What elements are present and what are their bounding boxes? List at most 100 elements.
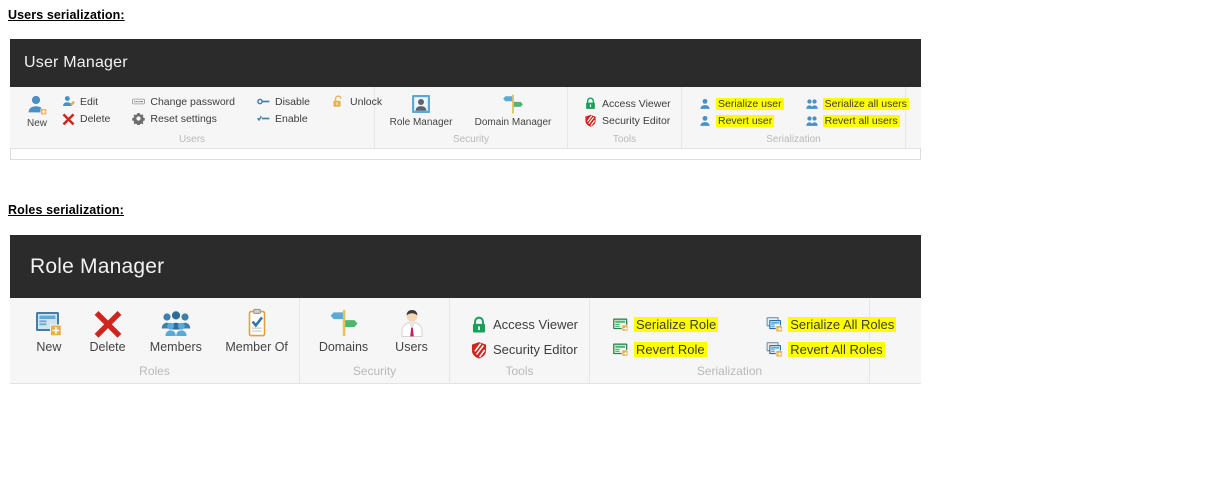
member-of-clipboard-icon bbox=[242, 308, 272, 338]
multi-user-icon bbox=[805, 115, 818, 127]
role-manager-titlebar: Role Manager bbox=[10, 235, 921, 298]
serialization-group-column-1: Serialize user Revert user bbox=[699, 95, 784, 129]
delete-user-button[interactable]: Delete bbox=[62, 110, 110, 127]
role-manager-label: Role Manager bbox=[389, 117, 453, 128]
access-viewer-label: Access Viewer bbox=[602, 97, 671, 110]
role-empty-group-title bbox=[870, 378, 921, 383]
green-lock-icon bbox=[470, 316, 488, 334]
delete-x-icon bbox=[62, 112, 75, 125]
role-ribbon-group-roles: New Delete Members Member Of Roles bbox=[10, 298, 300, 383]
serialize-role-icon bbox=[612, 341, 629, 358]
revert-role-button[interactable]: Revert Role bbox=[612, 337, 718, 362]
user-manager-title: User Manager bbox=[24, 54, 128, 71]
role-ribbon-group-security: Domains Users Security bbox=[300, 298, 450, 383]
ribbon-group-users: New Edit Delete Change password Reset se… bbox=[10, 87, 382, 148]
tools-group-column-1: Access Viewer Security Editor bbox=[584, 95, 671, 129]
revert-all-users-button[interactable]: Revert all users bbox=[805, 112, 909, 129]
role-manager-title: Role Manager bbox=[30, 254, 165, 278]
users-label: Users bbox=[395, 340, 428, 354]
serialization-group-column-2: Serialize all users Revert all users bbox=[805, 95, 909, 129]
user-person-icon bbox=[397, 308, 427, 338]
serialize-user-button[interactable]: Serialize user bbox=[699, 95, 784, 112]
change-password-button[interactable]: Change password bbox=[132, 93, 235, 110]
revert-user-button[interactable]: Revert user bbox=[699, 112, 784, 129]
disable-user-button[interactable]: Disable bbox=[257, 93, 310, 110]
serialize-all-roles-icon bbox=[766, 316, 783, 333]
serialize-role-label: Serialize Role bbox=[634, 317, 719, 332]
role-serialization-group-title: Serialization bbox=[696, 364, 763, 378]
security-editor-label: Security Editor bbox=[493, 342, 578, 357]
user-edit-icon bbox=[62, 95, 75, 108]
user-new-icon bbox=[26, 94, 48, 116]
role-ribbon-group-empty bbox=[870, 298, 921, 383]
delete-x-icon bbox=[93, 308, 123, 338]
serialization-group-title: Serialization bbox=[766, 134, 821, 145]
member-of-label: Member Of bbox=[225, 340, 288, 354]
ribbon-group-tools: Access Viewer Security Editor Tools bbox=[568, 87, 682, 148]
member-of-button[interactable]: Member Of bbox=[214, 308, 299, 354]
enable-user-label: Enable bbox=[275, 112, 308, 125]
single-user-icon bbox=[699, 98, 711, 110]
domain-manager-label: Domain Manager bbox=[474, 117, 552, 128]
single-user-icon bbox=[699, 115, 711, 127]
users-serialization-caption: Users serialization: bbox=[8, 8, 125, 22]
role-manager-window: Role Manager New Delete Members Member O… bbox=[10, 235, 921, 384]
serialize-all-roles-icon bbox=[766, 341, 783, 358]
roles-serialization-caption: Roles serialization: bbox=[8, 203, 124, 217]
role-tools-column-1: Access Viewer Security Editor bbox=[470, 312, 578, 362]
role-serialization-column-1: Serialize Role Revert Role bbox=[612, 312, 719, 362]
edit-user-button[interactable]: Edit bbox=[62, 93, 110, 110]
role-security-group-title: Security bbox=[352, 364, 397, 378]
security-editor-button[interactable]: Security Editor bbox=[470, 337, 578, 362]
enable-user-button[interactable]: Enable bbox=[257, 110, 310, 127]
access-viewer-button[interactable]: Access Viewer bbox=[470, 312, 578, 337]
revert-user-label: Revert user bbox=[716, 114, 775, 127]
role-ribbon-group-tools: Access Viewer Security Editor Tools bbox=[450, 298, 590, 383]
serialize-role-button[interactable]: Serialize Role bbox=[612, 312, 719, 337]
members-label: Members bbox=[149, 340, 202, 354]
change-password-label: Change password bbox=[150, 95, 235, 108]
users-group-column-1: Edit Delete bbox=[62, 93, 110, 127]
serialize-all-users-button[interactable]: Serialize all users bbox=[805, 95, 909, 112]
ribbon-group-security: Role Manager Domain Manager Security bbox=[375, 87, 568, 148]
new-user-button[interactable]: New bbox=[26, 93, 48, 129]
password-icon bbox=[132, 95, 146, 108]
gear-icon bbox=[132, 112, 146, 125]
role-manager-button[interactable]: Role Manager bbox=[379, 93, 463, 128]
disable-user-label: Disable bbox=[275, 95, 311, 108]
serialize-all-users-label: Serialize all users bbox=[822, 97, 909, 110]
members-button[interactable]: Members bbox=[137, 308, 214, 354]
new-role-button[interactable]: New bbox=[20, 308, 78, 354]
access-viewer-button[interactable]: Access Viewer bbox=[584, 95, 671, 112]
ribbon-group-empty bbox=[906, 87, 921, 148]
disable-key-icon bbox=[257, 95, 270, 108]
members-group-icon bbox=[161, 308, 191, 338]
user-manager-ribbon-footer bbox=[10, 149, 921, 160]
red-shield-icon bbox=[584, 114, 597, 127]
delete-role-button[interactable]: Delete bbox=[78, 308, 138, 354]
reset-settings-label: Reset settings bbox=[150, 112, 217, 125]
users-group-column-2: Change password Reset settings bbox=[132, 93, 235, 127]
users-group-column-3: Disable Enable bbox=[257, 93, 310, 127]
role-new-icon bbox=[34, 308, 64, 338]
role-manager-ribbon: New Delete Members Member Of Roles Domai… bbox=[10, 298, 921, 384]
users-button[interactable]: Users bbox=[381, 308, 443, 354]
unlock-icon bbox=[332, 95, 345, 108]
revert-all-users-label: Revert all users bbox=[822, 114, 900, 127]
role-tools-group-title: Tools bbox=[505, 364, 534, 378]
reset-settings-button[interactable]: Reset settings bbox=[132, 110, 235, 127]
security-editor-button[interactable]: Security Editor bbox=[584, 112, 671, 129]
domain-manager-button[interactable]: Domain Manager bbox=[463, 93, 563, 128]
security-group-title: Security bbox=[452, 134, 490, 145]
users-group-title: Users bbox=[178, 134, 206, 145]
revert-role-label: Revert Role bbox=[634, 342, 707, 357]
access-viewer-label: Access Viewer bbox=[493, 317, 579, 332]
serialize-role-icon bbox=[612, 316, 629, 333]
user-manager-titlebar: User Manager bbox=[10, 39, 921, 87]
delete-role-label: Delete bbox=[89, 340, 126, 354]
multi-user-icon bbox=[805, 98, 818, 110]
enable-key-icon bbox=[257, 112, 270, 125]
domains-button[interactable]: Domains bbox=[307, 308, 381, 354]
delete-user-label: Delete bbox=[80, 112, 111, 125]
ribbon-group-serialization: Serialize user Revert user Serialize all… bbox=[682, 87, 909, 148]
